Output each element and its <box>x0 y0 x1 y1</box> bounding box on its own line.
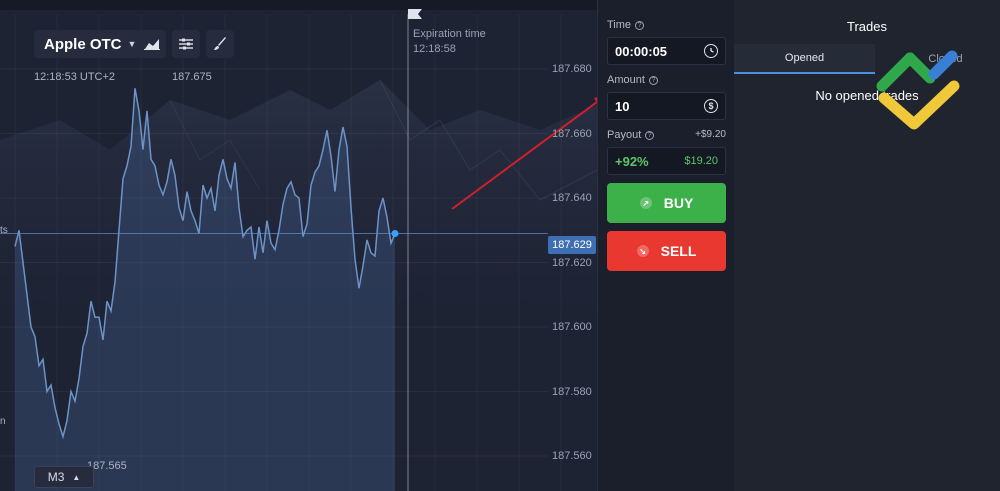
amount-label: Amount ? <box>607 74 658 86</box>
drawing-tools-button[interactable] <box>206 30 234 58</box>
payout-label: Payout ? <box>607 129 655 141</box>
time-label-text: Time <box>607 19 632 31</box>
price-area <box>15 88 395 491</box>
price-level: 187.600 <box>552 321 592 333</box>
server-clock: 12:18:53 UTC+2 <box>34 71 116 83</box>
expiration-time: 12:18:58 <box>413 43 456 55</box>
payout-label-text: Payout <box>607 129 642 141</box>
payout-box: +92% $19.20 <box>607 147 726 175</box>
high-marker: 187.675 <box>172 71 212 83</box>
watermark-logo <box>876 50 960 130</box>
help-icon[interactable]: ? <box>635 20 645 30</box>
payout-amount: $19.20 <box>684 155 718 167</box>
sliders-icon <box>179 38 193 50</box>
expiration-flag-icon <box>408 9 422 19</box>
trades-title: Trades <box>847 19 887 34</box>
buy-button[interactable]: ↗ BUY <box>607 183 726 223</box>
payout-percent: +92% <box>615 153 649 169</box>
current-price-tag: 187.629 <box>548 236 596 254</box>
help-icon[interactable]: ? <box>648 75 658 85</box>
time-label: Time ? <box>607 19 645 31</box>
sell-label: SELL <box>660 243 697 259</box>
dollar-icon[interactable]: $ <box>704 99 718 113</box>
indicators-button[interactable] <box>172 30 200 58</box>
buy-label: BUY <box>663 195 694 211</box>
arrow-down-right-icon: ↘ <box>636 245 649 257</box>
chevron-down-icon: ▼ <box>127 39 137 49</box>
side-label: n <box>0 416 6 427</box>
tab-opened[interactable]: Opened <box>734 44 875 74</box>
time-field[interactable]: 00:00:05 <box>607 37 726 65</box>
current-price-dot <box>391 229 399 237</box>
help-icon[interactable]: ? <box>645 130 655 140</box>
price-level: 187.580 <box>552 386 592 398</box>
chevron-up-icon: ▲ <box>72 472 81 482</box>
sell-button[interactable]: ↘ SELL <box>607 231 726 271</box>
side-label: ts <box>0 225 8 236</box>
amount-field[interactable]: 10 $ <box>607 92 726 120</box>
chart-area[interactable]: Apple OTC ▼ 12:18:53 UTC+2 187.675 187.5… <box>0 0 597 491</box>
amount-label-text: Amount <box>607 74 645 86</box>
price-level: 187.660 <box>552 128 592 140</box>
price-level: 187.680 <box>552 63 592 75</box>
time-value: 00:00:05 <box>615 43 668 59</box>
asset-selector[interactable]: Apple OTC ▼ <box>34 30 147 58</box>
area-chart-icon <box>144 39 160 50</box>
timeframe-label: M3 <box>47 470 65 484</box>
clock-icon[interactable] <box>704 44 718 58</box>
trading-screen: Apple OTC ▼ 12:18:53 UTC+2 187.675 187.5… <box>0 0 1000 491</box>
chart-type-button[interactable] <box>138 30 166 58</box>
payout-profit: +$9.20 <box>695 129 726 140</box>
asset-name: Apple OTC <box>44 35 122 53</box>
price-level: 187.560 <box>552 450 592 462</box>
brush-icon <box>214 37 226 50</box>
arrow-up-right-icon: ↗ <box>639 197 652 209</box>
price-level: 187.620 <box>552 257 592 269</box>
trade-panel: Time ? 00:00:05 Amount ? 10 $ Payout ? +… <box>597 0 734 491</box>
timeframe-selector[interactable]: M3 ▲ <box>34 466 94 488</box>
amount-value: 10 <box>615 98 630 114</box>
price-level: 187.640 <box>552 192 592 204</box>
expiration-title: Expiration time <box>413 28 486 40</box>
